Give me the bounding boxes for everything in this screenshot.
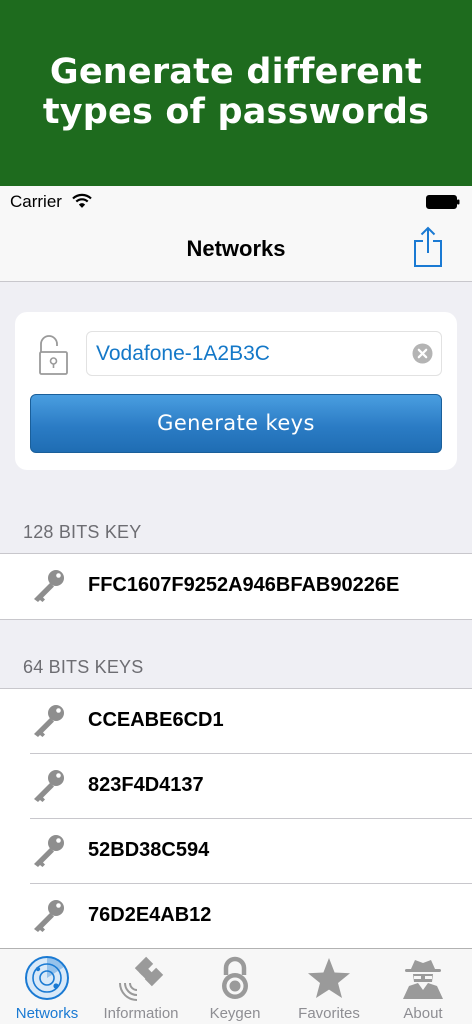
key-row[interactable]: FFC1607F9252A946BFAB90226E bbox=[0, 554, 472, 619]
key-icon bbox=[34, 835, 64, 867]
star-icon bbox=[308, 958, 350, 998]
tab-bar: Networks Information Keygen Favorites Ab… bbox=[0, 948, 472, 1024]
tab-label: Information bbox=[103, 1005, 179, 1022]
promo-banner: Generate different types of passwords bbox=[0, 0, 472, 186]
carrier-label: Carrier bbox=[10, 192, 62, 211]
spy-icon bbox=[403, 960, 443, 999]
banner-line-1: Generate different bbox=[49, 52, 423, 92]
key-value: 823F4D4137 bbox=[88, 774, 204, 796]
banner-line-2: types of passwords bbox=[42, 92, 430, 132]
tab-information[interactable]: Information bbox=[94, 949, 188, 1024]
key-icon bbox=[34, 900, 64, 932]
key-value: 76D2E4AB12 bbox=[88, 904, 212, 926]
clear-text-icon[interactable] bbox=[412, 343, 433, 364]
wifi-icon bbox=[72, 193, 92, 208]
tab-favorites[interactable]: Favorites bbox=[282, 949, 376, 1024]
key-value: 52BD38C594 bbox=[88, 839, 210, 861]
generate-keys-button[interactable]: Generate keys bbox=[30, 394, 442, 453]
section-header-64: 64 BITS KEYS bbox=[23, 657, 144, 677]
padlock-icon bbox=[222, 956, 248, 999]
key-icon bbox=[34, 570, 64, 602]
key-value: FFC1607F9252A946BFAB90226E bbox=[88, 574, 400, 596]
key-value: CCEABE6CD1 bbox=[88, 709, 224, 731]
share-icon[interactable] bbox=[412, 226, 444, 268]
unlocked-padlock-icon bbox=[39, 335, 68, 375]
tab-about[interactable]: About bbox=[376, 949, 470, 1024]
satellite-icon bbox=[119, 956, 164, 1001]
tab-keygen[interactable]: Keygen bbox=[188, 949, 282, 1024]
network-form-card: Vodafone-1A2B3C Generate keys bbox=[15, 312, 457, 470]
radar-icon bbox=[25, 956, 69, 1000]
key-group-64: CCEABE6CD1 823F4D4137 52BD38C594 76D2E4A… bbox=[0, 688, 472, 950]
battery-icon bbox=[426, 195, 460, 209]
key-group-128: FFC1607F9252A946BFAB90226E bbox=[0, 553, 472, 620]
key-row[interactable]: 823F4D4137 bbox=[0, 754, 472, 819]
key-row[interactable]: 52BD38C594 bbox=[0, 819, 472, 884]
tab-label: Networks bbox=[15, 1005, 79, 1022]
section-header-128: 128 BITS KEY bbox=[23, 522, 142, 542]
navigation-bar: Networks bbox=[0, 216, 472, 282]
key-row[interactable]: CCEABE6CD1 bbox=[0, 689, 472, 754]
ssid-input[interactable]: Vodafone-1A2B3C bbox=[86, 331, 442, 376]
tab-label: Keygen bbox=[209, 1005, 261, 1022]
tab-networks[interactable]: Networks bbox=[0, 949, 94, 1024]
key-row[interactable]: 76D2E4AB12 bbox=[0, 884, 472, 949]
page-title: Networks bbox=[186, 236, 286, 261]
key-icon bbox=[34, 770, 64, 802]
tab-label: About bbox=[403, 1005, 443, 1022]
key-icon bbox=[34, 705, 64, 737]
phone-screen: Carrier Networks Vodafone-1A2B3C Generat… bbox=[0, 186, 472, 1024]
status-bar: Carrier bbox=[0, 186, 472, 216]
tab-label: Favorites bbox=[298, 1005, 360, 1022]
